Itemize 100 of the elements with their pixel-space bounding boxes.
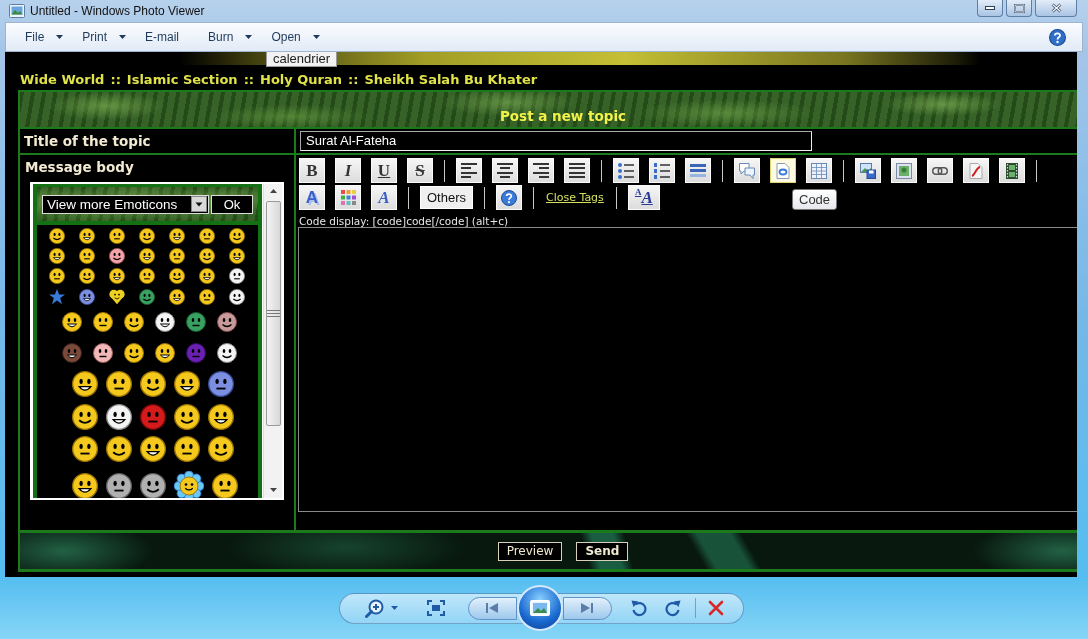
scroll-up-icon[interactable] xyxy=(269,189,277,193)
smiley-icon[interactable] xyxy=(155,312,175,332)
delete-icon[interactable] xyxy=(707,600,724,616)
star-icon[interactable] xyxy=(49,289,65,305)
smiley-icon[interactable] xyxy=(106,404,132,430)
smiley-icon[interactable] xyxy=(229,268,245,284)
smiley-icon[interactable] xyxy=(174,404,200,430)
form-button[interactable]: Send xyxy=(576,541,629,561)
smiley-icon[interactable] xyxy=(140,371,166,397)
smiley-icon[interactable] xyxy=(174,371,200,397)
code-document-button[interactable] xyxy=(770,158,796,183)
smiley-icon[interactable] xyxy=(72,436,98,462)
smiley-icon[interactable] xyxy=(169,228,185,244)
smiley-icon[interactable] xyxy=(208,371,234,397)
smiley-icon[interactable] xyxy=(186,312,206,332)
smiley-icon[interactable] xyxy=(79,248,95,264)
bold-button[interactable]: B xyxy=(299,158,325,183)
menu-item[interactable]: File xyxy=(15,26,73,48)
smiley-icon[interactable] xyxy=(229,289,245,305)
smiley-icon[interactable] xyxy=(93,343,113,363)
align-left-button[interactable] xyxy=(456,158,482,183)
close-tags-link[interactable]: Close Tags xyxy=(546,191,604,204)
close-button[interactable] xyxy=(1035,0,1077,17)
title-input[interactable]: Surat Al-Fateha xyxy=(300,131,812,151)
smiley-icon[interactable] xyxy=(169,268,185,284)
help-icon[interactable] xyxy=(1049,28,1066,46)
form-button[interactable]: Preview xyxy=(497,541,563,561)
heart-icon[interactable] xyxy=(109,289,125,305)
smiley-icon[interactable] xyxy=(124,343,144,363)
help-button[interactable] xyxy=(496,185,522,210)
rotate-left-icon[interactable] xyxy=(630,599,647,617)
smiley-icon[interactable] xyxy=(199,228,215,244)
actual-size-icon[interactable] xyxy=(426,600,445,616)
align-right-button[interactable] xyxy=(528,158,554,183)
smiley-icon[interactable] xyxy=(174,436,200,462)
picture-button[interactable] xyxy=(891,158,917,183)
menu-item[interactable]: Open xyxy=(261,26,329,48)
color-grid-button[interactable] xyxy=(335,185,361,210)
smiley-icon[interactable] xyxy=(199,289,215,305)
smiley-icon[interactable] xyxy=(79,228,95,244)
smiley-icon[interactable] xyxy=(62,312,82,332)
smiley-icon[interactable] xyxy=(72,371,98,397)
minimize-button[interactable] xyxy=(977,0,1003,17)
horizontal-rule-button[interactable] xyxy=(685,158,711,183)
smiley-icon[interactable] xyxy=(109,268,125,284)
breadcrumb-link[interactable]: Islamic Section xyxy=(126,71,238,87)
smiley-icon[interactable] xyxy=(199,248,215,264)
smiley-icon[interactable] xyxy=(106,371,132,397)
italic-button[interactable]: I xyxy=(335,158,361,183)
rotate-right-icon[interactable] xyxy=(664,599,681,617)
smiley-icon[interactable] xyxy=(139,248,155,264)
breadcrumb-link[interactable]: Wide World xyxy=(20,71,105,87)
flower-icon[interactable] xyxy=(174,471,204,498)
smiley-icon[interactable] xyxy=(106,473,132,498)
flash-document-button[interactable] xyxy=(963,158,989,183)
smiley-icon[interactable] xyxy=(139,228,155,244)
chain-link-button[interactable] xyxy=(927,158,953,183)
smiley-icon[interactable] xyxy=(139,289,155,305)
smiley-icon[interactable] xyxy=(140,436,166,462)
scrollbar-thumb[interactable] xyxy=(265,201,281,426)
caret-icon[interactable] xyxy=(390,606,398,610)
smiley-icon[interactable] xyxy=(72,404,98,430)
next-button[interactable] xyxy=(562,596,612,620)
smiley-icon[interactable] xyxy=(199,268,215,284)
font-button[interactable]: A xyxy=(371,185,397,210)
smiley-icon[interactable] xyxy=(229,248,245,264)
justify-button[interactable] xyxy=(564,158,590,183)
speech-bubbles-button[interactable] xyxy=(734,158,760,183)
smiley-icon[interactable] xyxy=(93,312,113,332)
smiley-icon[interactable] xyxy=(109,248,125,264)
ok-button[interactable]: Ok xyxy=(211,194,253,214)
bulleted-list-button[interactable] xyxy=(613,158,639,183)
smiley-icon[interactable] xyxy=(155,343,175,363)
smiley-icon[interactable] xyxy=(79,268,95,284)
smiley-icon[interactable] xyxy=(169,289,185,305)
smiley-icon[interactable] xyxy=(49,228,65,244)
smiley-icon[interactable] xyxy=(217,343,237,363)
film-strip-button[interactable] xyxy=(999,158,1025,183)
smiley-icon[interactable] xyxy=(217,312,237,332)
strikethrough-button[interactable]: S xyxy=(407,158,433,183)
smiley-icon[interactable] xyxy=(49,268,65,284)
menu-item[interactable]: E-mail xyxy=(135,26,199,48)
align-center-button[interactable] xyxy=(492,158,518,183)
table-button[interactable] xyxy=(806,158,832,183)
underline-button[interactable]: U xyxy=(371,158,397,183)
text-shadow-button[interactable]: A xyxy=(299,185,325,210)
smiley-icon[interactable] xyxy=(79,289,95,305)
smiley-icon[interactable] xyxy=(49,248,65,264)
slideshow-button[interactable] xyxy=(516,585,563,631)
numbered-list-button[interactable] xyxy=(649,158,675,183)
breadcrumb-link[interactable]: Holy Quran xyxy=(260,71,343,87)
menu-item[interactable]: Burn xyxy=(198,26,262,48)
others-button[interactable]: Others xyxy=(420,186,473,209)
smiley-icon[interactable] xyxy=(208,436,234,462)
smiley-icon[interactable] xyxy=(72,473,98,498)
previous-button[interactable] xyxy=(467,596,517,620)
picture-floppy-button[interactable] xyxy=(855,158,881,183)
smiley-icon[interactable] xyxy=(109,228,125,244)
smiley-icon[interactable] xyxy=(106,436,132,462)
emoticon-select[interactable]: View more Emoticons xyxy=(42,194,209,214)
